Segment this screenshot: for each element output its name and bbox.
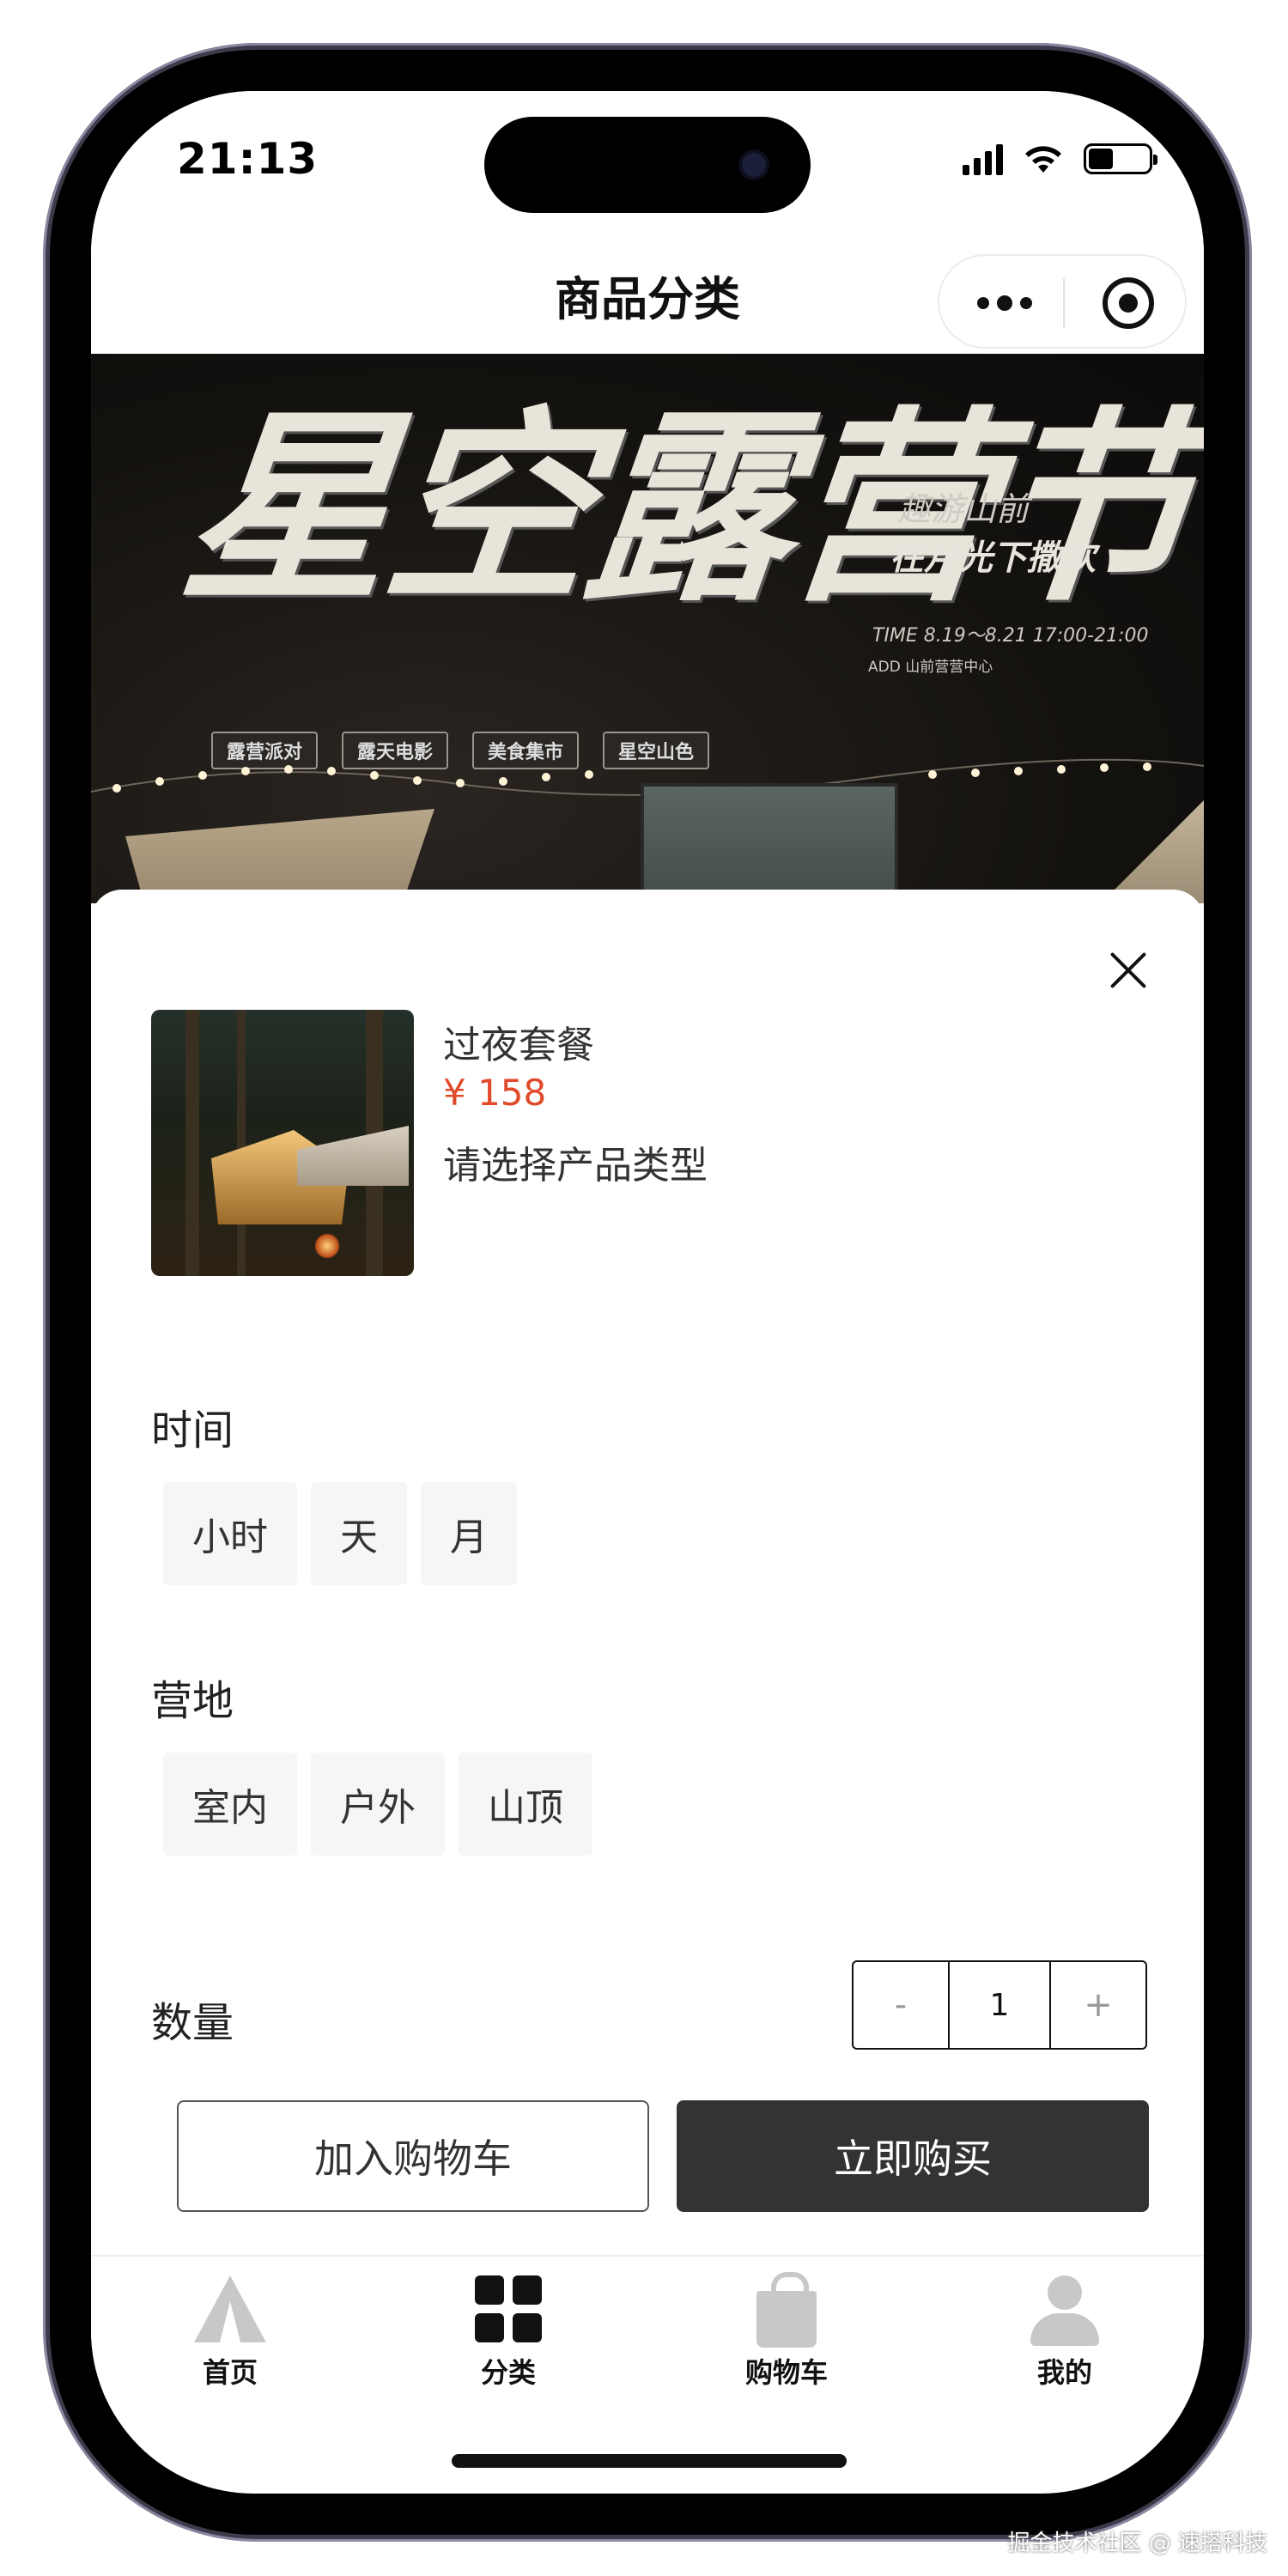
close-miniprogram-icon[interactable]	[1103, 277, 1154, 329]
close-icon[interactable]	[1108, 950, 1149, 991]
option-hour[interactable]: 小时	[163, 1482, 297, 1585]
camera-icon	[742, 153, 766, 177]
home-indicator[interactable]	[452, 2454, 847, 2468]
tab-label: 首页	[202, 2356, 258, 2389]
status-time: 21:13	[177, 134, 319, 184]
tab-profile[interactable]: 我的	[926, 2257, 1204, 2401]
stage: 21:13 商品分类 星空露营节 露营派对 露天电影 美食集市 星空山色 趣游山…	[0, 0, 1288, 2576]
more-icon[interactable]	[974, 284, 1042, 322]
wifi-icon	[1022, 142, 1065, 176]
tab-label: 我的	[1036, 2356, 1092, 2389]
grid-icon	[475, 2275, 542, 2342]
watermark: 掘金技术社区 @ 速搭科技	[1007, 2530, 1267, 2556]
product-name: 过夜套餐	[443, 1024, 594, 1067]
option-indoor[interactable]: 室内	[163, 1753, 297, 1856]
increment-button[interactable]: +	[1051, 1962, 1145, 2048]
time-options: 小时 天 月	[163, 1482, 517, 1585]
buy-now-button[interactable]: 立即购买	[677, 2100, 1149, 2212]
option-day[interactable]: 天	[311, 1482, 407, 1585]
tab-bar: 首页 分类 购物车 我的	[91, 2255, 1204, 2401]
movie-screen-illustration	[641, 783, 898, 903]
banner-subtitle-2: 在月光下撒欢	[890, 538, 1096, 578]
site-section-label: 营地	[151, 1677, 234, 1725]
time-section-label: 时间	[151, 1406, 234, 1455]
status-bar: 21:13	[91, 91, 1204, 220]
tent-illustration	[1066, 800, 1204, 903]
banner-time: TIME 8.19～8.21 17:00-21:00	[872, 625, 1149, 647]
bag-icon	[756, 2272, 817, 2348]
site-options: 室内 户外 山顶	[163, 1753, 592, 1856]
capsule-divider	[1063, 278, 1065, 328]
battery-icon	[1084, 143, 1157, 174]
status-icons	[963, 138, 1157, 179]
nav-bar: 商品分类	[91, 220, 1204, 354]
tent-icon	[194, 2275, 266, 2342]
tab-label: 分类	[480, 2356, 536, 2389]
miniprogram-capsule	[938, 254, 1187, 349]
quantity-stepper: - 1 +	[852, 1960, 1147, 2050]
tab-label: 购物车	[744, 2356, 828, 2389]
quantity-section-label: 数量	[151, 1999, 234, 2047]
product-thumbnail	[151, 1010, 414, 1276]
signal-icon	[963, 143, 1003, 175]
option-outdoor[interactable]: 户外	[311, 1753, 445, 1856]
product-price: ¥ 158	[443, 1072, 547, 1114]
promo-banner[interactable]: 星空露营节 露营派对 露天电影 美食集市 星空山色 趣游山前 在月光下撒欢 TI…	[91, 354, 1204, 903]
dynamic-island	[484, 117, 811, 213]
user-icon	[1030, 2275, 1099, 2346]
add-to-cart-button[interactable]: 加入购物车	[177, 2100, 649, 2212]
tab-cart[interactable]: 购物车	[647, 2257, 926, 2401]
option-hilltop[interactable]: 山顶	[459, 1753, 592, 1856]
product-option-sheet: 过夜套餐 ¥ 158 请选择产品类型 时间 小时 天 月 营地 室内 户外 山顶…	[91, 890, 1204, 2281]
banner-title: 星空露营节	[173, 387, 1203, 629]
tab-category[interactable]: 分类	[369, 2257, 647, 2401]
screen: 21:13 商品分类 星空露营节 露营派对 露天电影 美食集市 星空山色 趣游山…	[91, 91, 1204, 2494]
selection-hint: 请选择产品类型	[443, 1144, 708, 1188]
option-month[interactable]: 月	[421, 1482, 517, 1585]
decrement-button[interactable]: -	[854, 1962, 948, 2048]
banner-address: ADD 山前营营中心	[868, 659, 993, 676]
tab-home[interactable]: 首页	[91, 2257, 369, 2401]
quantity-input[interactable]: 1	[948, 1962, 1051, 2048]
banner-subtitle-1: 趣游山前	[898, 490, 1030, 528]
